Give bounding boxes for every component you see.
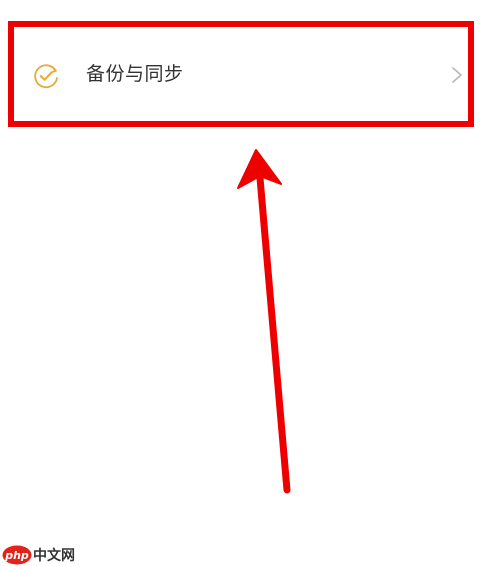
watermark-site-text: 中文网 (33, 548, 75, 564)
site-watermark: php 中文网 (2, 544, 75, 566)
highlight-annotation-box (8, 21, 474, 127)
svg-text:php: php (4, 549, 29, 562)
php-logo: php (2, 545, 32, 565)
